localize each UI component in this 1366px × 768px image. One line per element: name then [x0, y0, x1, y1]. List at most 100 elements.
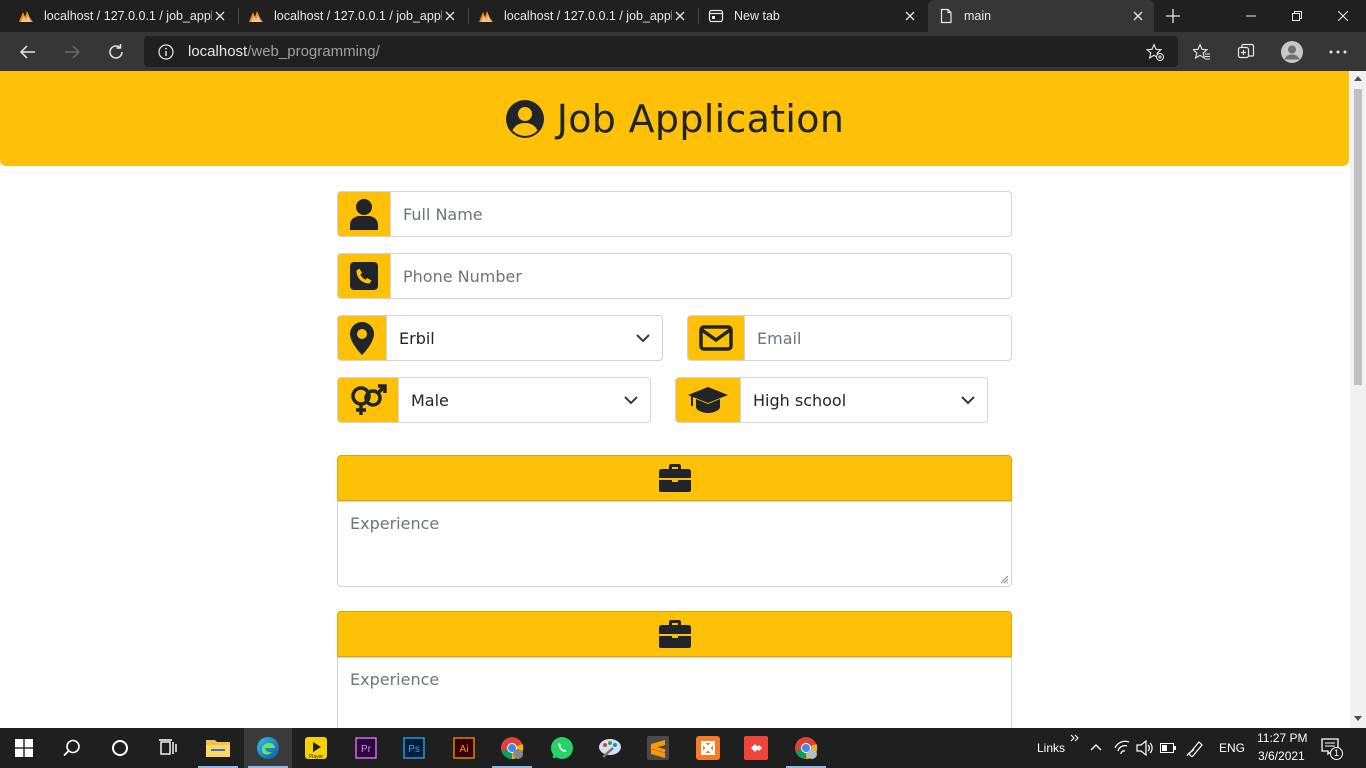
- svg-text:Player: Player: [309, 754, 324, 760]
- phpmyadmin-icon: [479, 11, 493, 22]
- xampp-icon[interactable]: [684, 728, 732, 768]
- page-title: Job Application: [556, 96, 845, 141]
- scroll-up-icon[interactable]: [1354, 75, 1362, 81]
- search-icon[interactable]: [48, 728, 96, 768]
- close-window-button[interactable]: [1320, 0, 1366, 32]
- education-group: High school: [675, 377, 988, 423]
- new-tab-button[interactable]: [1152, 0, 1194, 32]
- education-select-value: High school: [753, 390, 847, 410]
- experience-placeholder: Experience: [350, 514, 440, 533]
- clock-time[interactable]: 11:27 PM: [1257, 731, 1307, 745]
- email-group: Email: [687, 315, 1012, 361]
- phpmyadmin-icon: [249, 11, 263, 22]
- city-select-value: Erbil: [399, 328, 435, 348]
- resize-grip-icon[interactable]: [999, 574, 1009, 584]
- gender-select[interactable]: Male: [399, 378, 650, 422]
- user-icon: [338, 192, 391, 236]
- scroll-thumb[interactable]: [1354, 89, 1362, 385]
- tab-main[interactable]: main: [928, 0, 1154, 32]
- sublime-text-icon[interactable]: [634, 728, 682, 768]
- experience-placeholder: Experience: [350, 670, 440, 689]
- add-favorite-icon[interactable]: [1146, 43, 1164, 61]
- start-button[interactable]: [0, 728, 48, 768]
- action-center-button[interactable]: 1: [1320, 736, 1346, 760]
- minimize-button[interactable]: [1228, 0, 1274, 32]
- whatsapp-icon[interactable]: [538, 728, 586, 768]
- close-tab-icon[interactable]: [442, 8, 458, 24]
- phone-group: Phone Number: [337, 253, 1012, 299]
- experience-header: [337, 611, 1012, 657]
- chrome-icon[interactable]: [488, 728, 536, 768]
- restore-button[interactable]: [1274, 0, 1320, 32]
- volume-icon[interactable]: [1136, 740, 1154, 756]
- full-name-input[interactable]: Full Name: [391, 192, 1011, 236]
- close-tab-icon[interactable]: [212, 8, 228, 24]
- tab-title: New tab: [734, 9, 780, 23]
- collections-icon[interactable]: [1230, 36, 1262, 68]
- refresh-button[interactable]: [100, 36, 132, 68]
- url-text[interactable]: localhost/web_programming/: [188, 43, 380, 60]
- close-tab-icon[interactable]: [1130, 8, 1146, 24]
- phone-input[interactable]: Phone Number: [391, 254, 1011, 298]
- player-icon[interactable]: Player: [292, 728, 340, 768]
- tab-title: main: [964, 9, 992, 23]
- gender-group: Male: [337, 377, 651, 423]
- phone-square-icon: [338, 254, 391, 298]
- graduation-cap-icon: [676, 378, 741, 422]
- page-viewport: Job Application Full Name Phone Number E…: [0, 71, 1350, 728]
- address-bar[interactable]: localhost/web_programming/: [144, 36, 1178, 67]
- battery-icon[interactable]: [1160, 742, 1176, 754]
- show-hidden-icons-icon[interactable]: [1090, 743, 1102, 751]
- anydesk-icon[interactable]: [732, 728, 780, 768]
- gender-select-value: Male: [411, 390, 449, 410]
- tab-strip: localhost / 127.0.0.1 / job_appli localh…: [0, 0, 1366, 32]
- city-select[interactable]: Erbil: [387, 316, 662, 360]
- profile-avatar[interactable]: [1276, 36, 1308, 68]
- email-input[interactable]: Email: [745, 316, 1011, 360]
- edge-icon[interactable]: [244, 728, 292, 768]
- experience-textarea[interactable]: Experience: [337, 501, 1012, 587]
- city-group: Erbil: [337, 315, 663, 361]
- windows-taskbar: Player Pr Ps Ai Links ENG 11:27 PM 3/6/2…: [0, 728, 1366, 768]
- task-view-icon[interactable]: [144, 728, 192, 768]
- links-toolbar[interactable]: Links: [1037, 741, 1065, 755]
- experience-header: [337, 455, 1012, 501]
- close-tab-icon[interactable]: [672, 8, 688, 24]
- chevron-down-icon: [624, 395, 638, 405]
- language-indicator[interactable]: ENG: [1219, 741, 1245, 755]
- experience-textarea[interactable]: Experience: [337, 657, 1012, 728]
- scroll-down-icon[interactable]: [1354, 716, 1362, 722]
- illustrator-icon[interactable]: Ai: [440, 728, 488, 768]
- map-marker-icon: [338, 316, 387, 360]
- envelope-icon: [688, 316, 745, 360]
- site-info-icon[interactable]: [158, 44, 174, 60]
- chevron-double-right-icon[interactable]: [1070, 734, 1079, 742]
- svg-text:Pr: Pr: [361, 744, 372, 755]
- briefcase-icon: [658, 620, 691, 648]
- photoshop-icon[interactable]: Ps: [390, 728, 438, 768]
- back-button[interactable]: [12, 36, 44, 68]
- chrome-profile-icon[interactable]: [782, 728, 830, 768]
- new-tab-page-icon: [708, 9, 724, 23]
- document-icon: [940, 8, 952, 24]
- tab-phpmyadmin-3[interactable]: localhost / 127.0.0.1 / job_appli: [468, 0, 696, 32]
- page-scrollbar[interactable]: [1350, 71, 1366, 728]
- full-name-group: Full Name: [337, 191, 1012, 237]
- tab-new-tab[interactable]: New tab: [698, 0, 926, 32]
- paint-icon[interactable]: [586, 728, 634, 768]
- forward-button[interactable]: [56, 36, 88, 68]
- close-tab-icon[interactable]: [902, 8, 918, 24]
- education-select[interactable]: High school: [741, 378, 987, 422]
- cortana-icon[interactable]: [96, 728, 144, 768]
- more-menu-icon[interactable]: [1322, 36, 1354, 68]
- tab-title: localhost / 127.0.0.1 / job_appli: [274, 9, 442, 23]
- premiere-pro-icon[interactable]: Pr: [342, 728, 390, 768]
- clock-date[interactable]: 3/6/2021: [1258, 749, 1305, 763]
- tab-phpmyadmin-1[interactable]: localhost / 127.0.0.1 / job_appli: [8, 0, 236, 32]
- favorites-icon[interactable]: [1186, 36, 1218, 68]
- notification-badge: 1: [1330, 747, 1343, 760]
- file-explorer-icon[interactable]: [194, 728, 242, 768]
- wifi-icon[interactable]: [1114, 740, 1130, 756]
- pen-icon[interactable]: [1186, 739, 1204, 757]
- tab-phpmyadmin-2[interactable]: localhost / 127.0.0.1 / job_appli: [238, 0, 466, 32]
